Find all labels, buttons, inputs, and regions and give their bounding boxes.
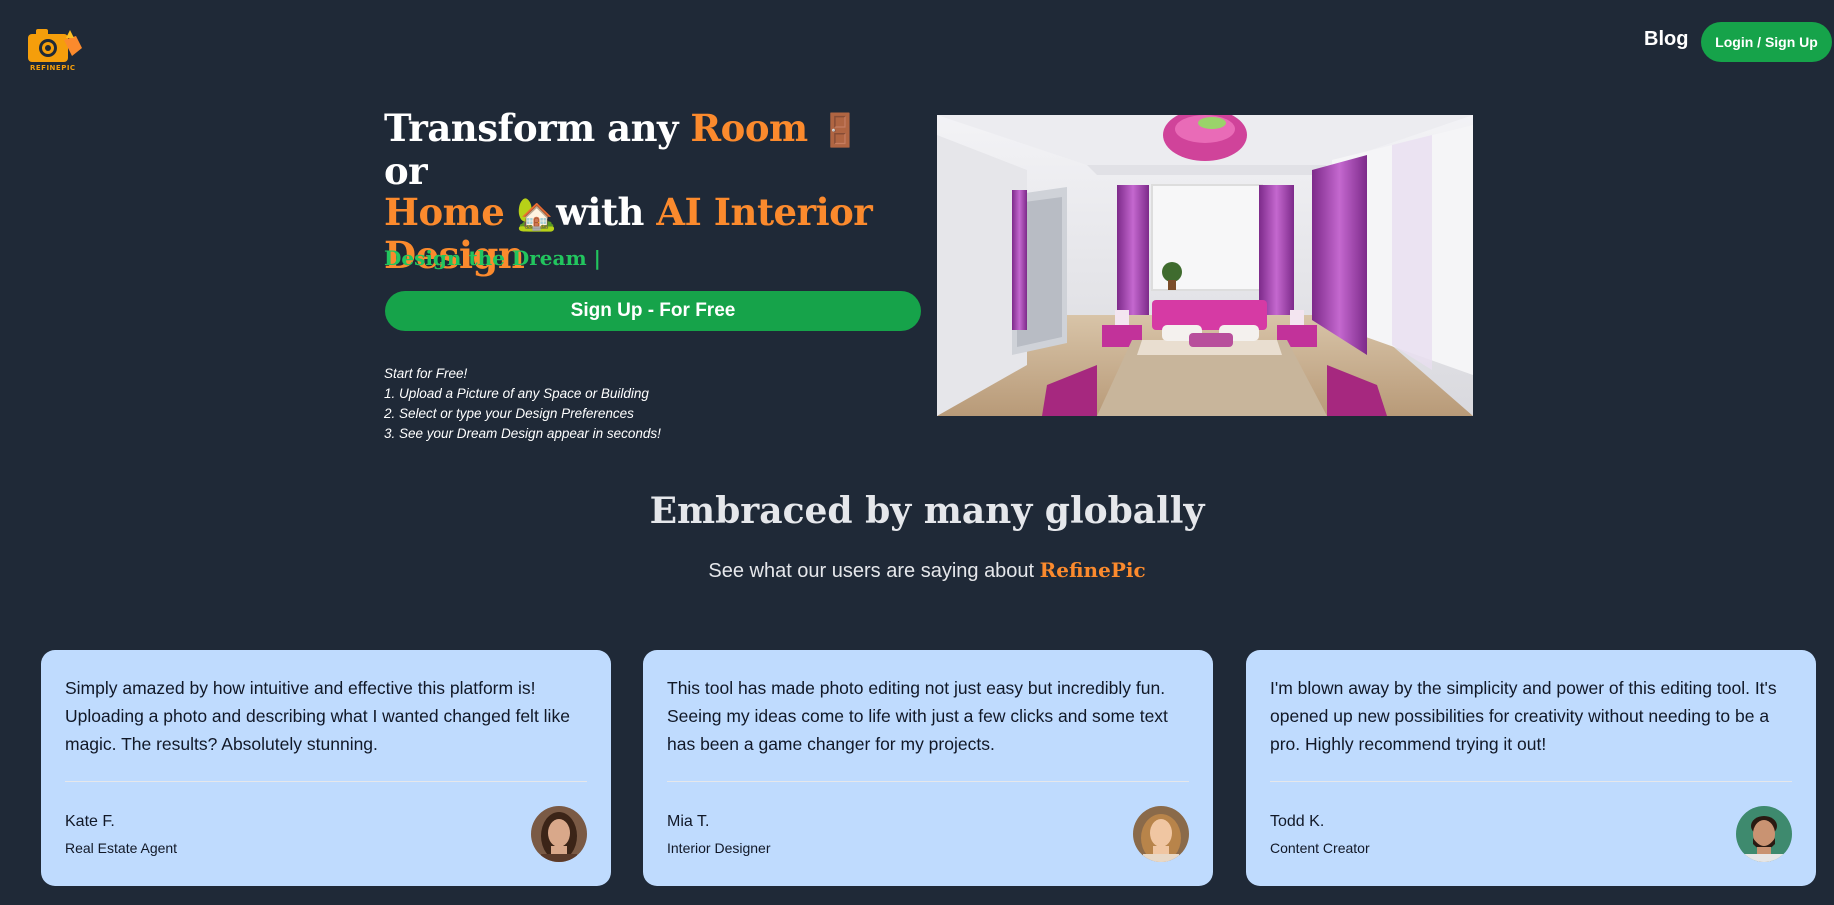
avatar — [531, 806, 587, 862]
testimonial-quote: I'm blown away by the simplicity and pow… — [1270, 678, 1777, 754]
step-3: 3. See your Dream Design appear in secon… — [384, 426, 661, 441]
testimonial-quote: Simply amazed by how intuitive and effec… — [65, 678, 570, 754]
step-1: 1. Upload a Picture of any Space or Buil… — [384, 386, 649, 401]
house-icon: 🏡 — [516, 195, 557, 233]
testimonial-name: Kate F. — [65, 813, 115, 830]
card-divider — [65, 781, 587, 782]
hero-title-home: Home — [384, 190, 505, 234]
testimonial-name: Todd K. — [1270, 813, 1325, 830]
testimonial-role: Real Estate Agent — [65, 840, 178, 856]
logo-text: REFINEPIC — [30, 64, 76, 72]
brand-name: RefinePic — [1039, 558, 1146, 582]
testimonial-quote: This tool has made photo editing not jus… — [667, 678, 1168, 754]
testimonial-role: Interior Designer — [667, 840, 771, 856]
card-divider — [667, 781, 1189, 782]
hero-title-room: Room — [690, 106, 808, 150]
refinepic-logo[interactable]: REFINEPIC — [26, 26, 84, 76]
testimonials-subtitle-text: See what our users are saying about — [708, 560, 1040, 582]
avatar — [1736, 806, 1792, 862]
signup-free-button[interactable]: Sign Up - For Free — [385, 291, 921, 331]
nav-blog-link[interactable]: Blog — [1644, 28, 1688, 51]
door-icon: 🚪 — [820, 111, 860, 149]
step-2: 2. Select or type your Design Preference… — [384, 406, 634, 421]
hero-bedroom-image — [937, 115, 1473, 416]
testimonial-name: Mia T. — [667, 813, 710, 830]
testimonial-card: I'm blown away by the simplicity and pow… — [1246, 650, 1816, 886]
testimonial-role: Content Creator — [1270, 840, 1370, 856]
page: REFINEPIC Blog Login / Sign Up Transform… — [0, 0, 1834, 905]
testimonial-card: This tool has made photo editing not jus… — [643, 650, 1213, 886]
avatar — [1133, 806, 1189, 862]
step-intro: Start for Free! — [384, 366, 468, 381]
testimonial-card: Simply amazed by how intuitive and effec… — [41, 650, 611, 886]
login-signup-button[interactable]: Login / Sign Up — [1701, 22, 1832, 62]
hero-tagline: Design the Dream | — [384, 246, 601, 270]
testimonials-title: Embraced by many globally — [649, 490, 1205, 532]
testimonials-subtitle: See what our users are saying about Refi… — [0, 558, 1834, 583]
hero-title-with: with — [556, 190, 657, 234]
hero-title-or: or — [384, 149, 428, 193]
card-divider — [1270, 781, 1792, 782]
hero-title-part1: Transform any — [384, 106, 691, 150]
hero-steps: Start for Free! 1. Upload a Picture of a… — [384, 364, 661, 444]
camera-logo-icon — [28, 29, 82, 62]
